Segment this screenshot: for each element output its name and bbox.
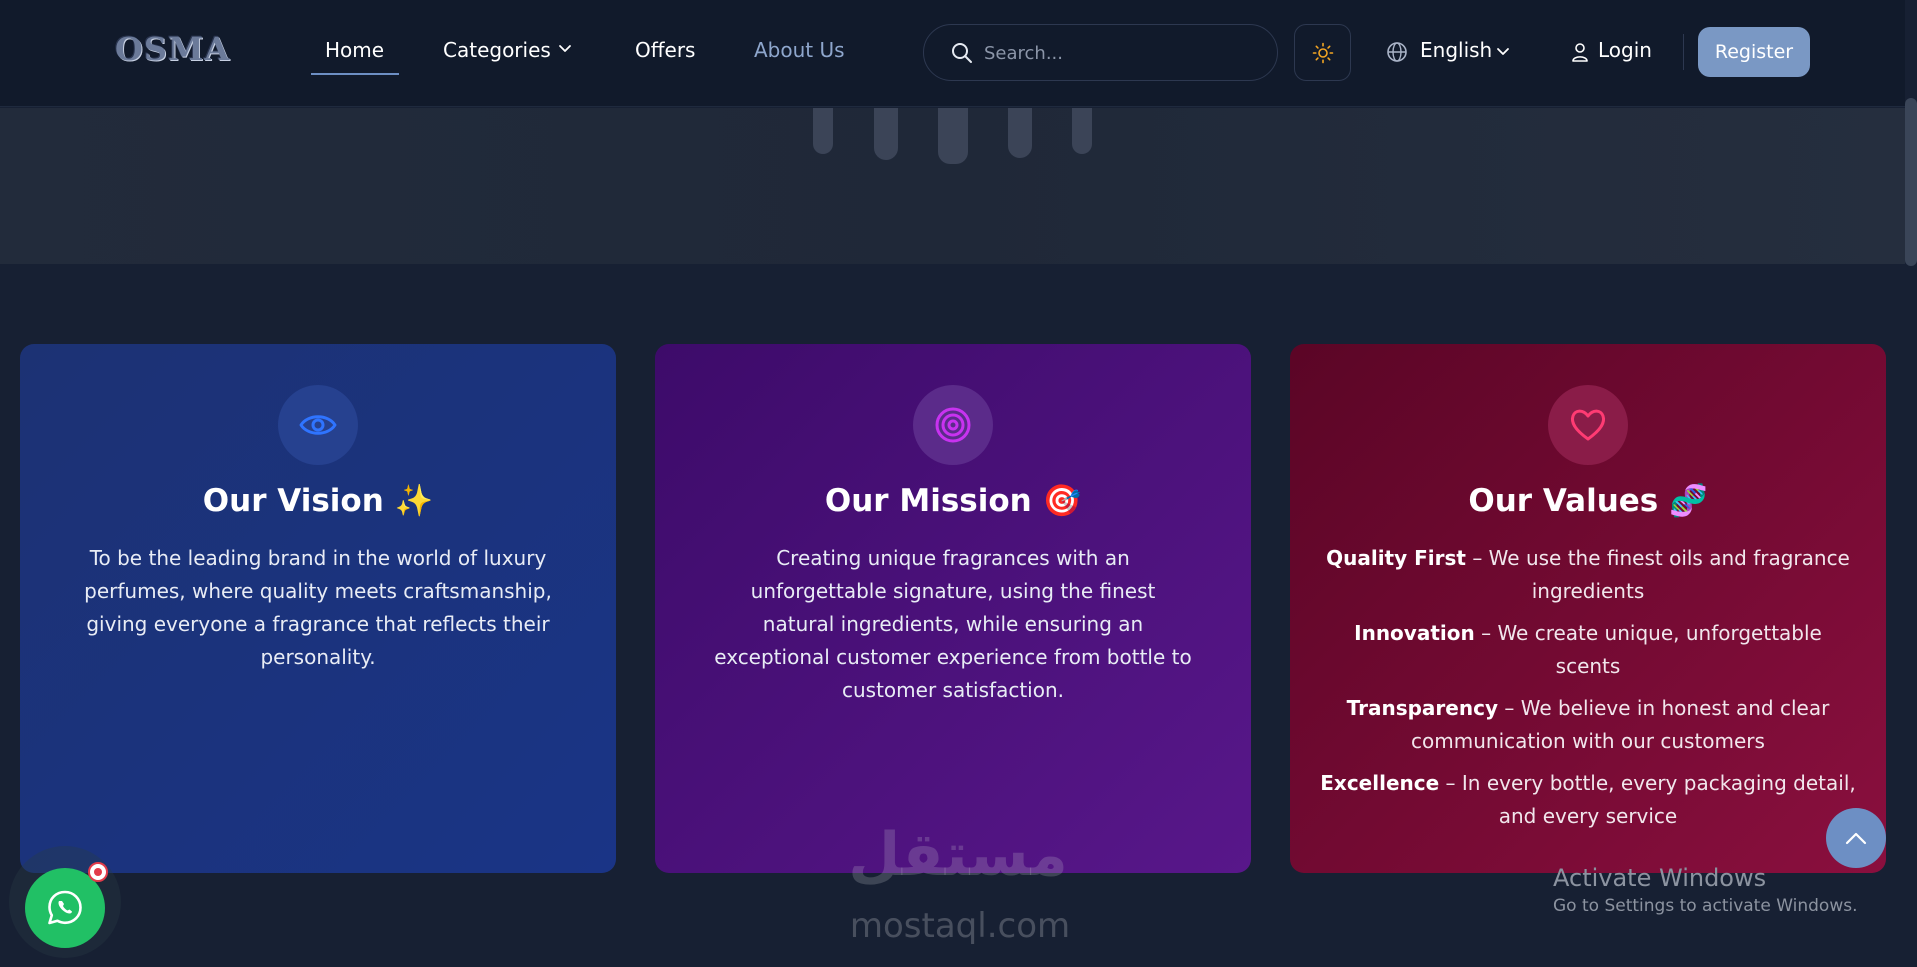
value-text: – In every bottle, every packaging detai… (1439, 771, 1856, 828)
value-name: Excellence (1320, 771, 1440, 795)
search-box[interactable] (923, 24, 1278, 81)
vision-card: Our Vision ✨ To be the leading brand in … (20, 344, 616, 873)
value-item-innovation: Innovation – We create unique, unforgett… (1320, 617, 1856, 683)
value-text: – We use the finest oils and fragrance i… (1465, 546, 1850, 603)
mission-body: Creating unique fragrances with an unfor… (714, 546, 1192, 702)
decorative-bar (938, 108, 968, 164)
decorative-bar (1008, 108, 1032, 158)
eye-icon (299, 415, 337, 435)
search-input[interactable] (984, 39, 1254, 67)
target-icon (935, 407, 971, 443)
whatsapp-icon (48, 890, 82, 925)
value-name: Transparency (1346, 696, 1498, 720)
nav-home-link[interactable]: Home (325, 38, 384, 62)
chevron-down-icon[interactable] (1495, 43, 1511, 59)
user-icon[interactable] (1570, 41, 1590, 63)
value-text: – We create unique, unforgettable scents (1474, 621, 1822, 678)
register-button[interactable]: Register (1698, 27, 1810, 77)
value-item-excellence: Excellence – In every bottle, every pack… (1320, 767, 1856, 833)
values-card: Our Values 🧬 Quality First – We use the … (1290, 344, 1886, 873)
vision-body: To be the leading brand in the world of … (84, 546, 552, 669)
mission-icon-badge (913, 385, 993, 465)
sun-icon (1312, 42, 1334, 64)
scrollbar-thumb[interactable] (1905, 98, 1917, 266)
notification-dot (88, 862, 108, 882)
login-link[interactable]: Login (1598, 38, 1652, 62)
values-icon-badge (1548, 385, 1628, 465)
values-list: Quality First – We use the finest oils a… (1320, 542, 1856, 842)
chevron-up-icon (1845, 832, 1867, 845)
globe-icon[interactable] (1386, 41, 1408, 63)
vision-icon-badge (278, 385, 358, 465)
language-selector[interactable]: English (1420, 38, 1492, 62)
hero-strip (0, 108, 1905, 264)
value-name: Quality First (1326, 546, 1466, 570)
nav-about-link[interactable]: About Us (754, 38, 845, 62)
value-item-quality: Quality First – We use the finest oils a… (1320, 542, 1856, 608)
vision-title: Our Vision ✨ (202, 483, 434, 519)
decorative-bar (1072, 108, 1092, 154)
chevron-down-icon[interactable] (557, 40, 573, 56)
nav-categories-link[interactable]: Categories (443, 38, 551, 62)
nav-divider (1683, 34, 1684, 70)
value-item-transparency: Transparency – We believe in honest and … (1320, 692, 1856, 758)
value-name: Innovation (1354, 621, 1475, 645)
decorative-bar (813, 108, 833, 154)
scroll-to-top-button[interactable] (1826, 808, 1886, 868)
search-icon (952, 43, 972, 63)
windows-activation-subtitle: Go to Settings to activate Windows. (1553, 896, 1858, 916)
brand-logo[interactable]: OSMA (115, 30, 230, 68)
nav-active-underline (311, 73, 399, 75)
theme-toggle-button[interactable] (1294, 24, 1351, 81)
watermark-arabic: مستقل (848, 820, 1068, 890)
nav-offers-link[interactable]: Offers (635, 38, 695, 62)
decorative-bar (874, 108, 898, 160)
mission-title: Our Mission 🎯 (824, 483, 1082, 519)
navbar: OSMA Home Categories Offers About Us Eng… (0, 0, 1917, 107)
values-title: Our Values 🧬 (1468, 483, 1708, 519)
watermark-latin: mostaql.com (849, 906, 1071, 946)
windows-activation-title: Activate Windows (1553, 864, 1767, 892)
heart-icon (1570, 409, 1606, 441)
mission-card: Our Mission 🎯 Creating unique fragrances… (655, 344, 1251, 873)
